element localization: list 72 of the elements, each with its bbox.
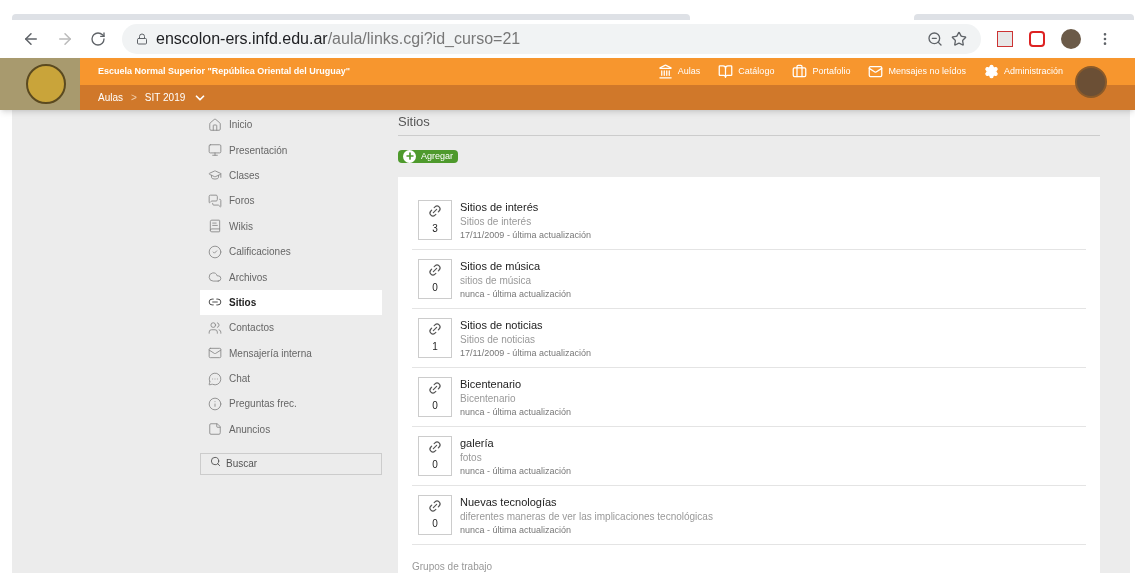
note-icon <box>208 422 222 437</box>
sidebar-item[interactable]: Contactos <box>200 315 382 341</box>
cloud-icon <box>208 270 222 285</box>
envelope-icon <box>868 64 884 79</box>
add-button[interactable]: Agregar <box>398 149 459 163</box>
lock-icon <box>136 33 148 45</box>
page-heading: Sitios <box>398 112 1100 136</box>
sidebar-item[interactable]: Foros <box>200 188 382 214</box>
sidebar-item[interactable]: Wikis <box>200 213 382 239</box>
graduation-cap-icon <box>208 168 222 183</box>
link-count-box: 0 <box>418 377 452 417</box>
link-title[interactable]: Nuevas tecnologías <box>460 494 713 510</box>
info-icon <box>208 397 222 411</box>
link-count-box: 0 <box>418 259 452 299</box>
sidebar-item[interactable]: Inicio <box>200 112 382 138</box>
link-updated: nunca - última actualización <box>460 287 572 300</box>
search-field[interactable]: Buscar <box>200 452 382 475</box>
link-description: Sitios de interés <box>460 214 533 229</box>
link-description: fotos <box>460 450 483 465</box>
monitor-icon <box>208 143 222 158</box>
link-description: Sitios de noticias <box>460 332 537 347</box>
link-description: diferentes maneras de ver las implicaciones tecnológicas <box>460 509 713 524</box>
chat-bubbles-icon <box>208 193 222 208</box>
envelope-icon <box>208 346 222 361</box>
breadcrumb-current: SIT 2019 <box>144 91 186 105</box>
sidebar-item[interactable]: Sitios <box>200 289 382 316</box>
breadcrumb-link[interactable]: Aulas <box>98 90 123 105</box>
link-count-box: 1 <box>418 318 452 358</box>
back-icon[interactable] <box>22 30 40 48</box>
link-title[interactable]: Sitios de interés <box>460 199 591 215</box>
sidebar-item[interactable]: Anuncios <box>200 416 382 443</box>
link-updated: nunca - última actualización <box>460 464 572 477</box>
link-updated: nunca - última actualización <box>460 523 573 536</box>
link-title[interactable]: galería <box>460 435 572 451</box>
link-title[interactable]: Bicentenario <box>460 376 572 392</box>
sidebar-item[interactable]: Mensajería interna <box>200 340 382 366</box>
link-count-box: 3 <box>418 200 452 240</box>
reload-icon[interactable] <box>90 31 106 47</box>
address-bar[interactable]: enscolon-ers.infd.edu.ar/aula/links.cgi?id_curso=21 <box>122 24 981 54</box>
sidebar-item[interactable]: Clases <box>200 162 382 189</box>
settings-icon <box>983 64 999 79</box>
zoom-out-icon[interactable] <box>927 31 943 47</box>
link-description: sitios de música <box>460 273 533 288</box>
link-title[interactable]: Sitios de música <box>460 258 572 274</box>
link-updated: 17/11/2009 - última actualización <box>460 228 591 241</box>
people-icon <box>208 320 222 335</box>
check-circle-icon <box>208 244 222 259</box>
home-icon <box>208 117 222 132</box>
briefcase-icon <box>792 64 808 79</box>
sidebar-item[interactable]: Archivos <box>200 264 382 290</box>
section-heading: Grupos de trabajo <box>412 560 494 573</box>
sidebar-item[interactable]: Calificaciones <box>200 238 382 265</box>
plus-icon <box>403 149 416 163</box>
link-description: Bicentenario <box>460 391 517 406</box>
star-icon[interactable] <box>951 31 967 47</box>
profile-avatar[interactable] <box>1061 29 1081 49</box>
link-count-box: 0 <box>418 495 452 535</box>
link-count-box: 0 <box>418 436 452 476</box>
book-icon <box>208 219 222 234</box>
sidebar-item[interactable]: Presentación <box>200 137 382 163</box>
search-icon <box>210 456 221 468</box>
sidebar-item[interactable]: Preguntas frec. <box>200 391 382 417</box>
link-title[interactable]: Sitios de noticias <box>460 317 591 333</box>
link-updated: nunca - última actualización <box>460 405 572 418</box>
breadcrumb-separator: > <box>131 91 137 105</box>
sidebar-item[interactable]: Chat <box>200 365 382 392</box>
chat-icon <box>208 371 222 386</box>
school-name: Escuela Normal Superior "República Oriental del Uruguay" <box>98 64 351 78</box>
building-icon <box>657 64 673 79</box>
link-updated: 17/11/2009 - última actualización <box>460 346 591 359</box>
url-text: enscolon-ers.infd.edu.ar/aula/links.cgi?id_curso=21 <box>156 29 521 49</box>
book-icon <box>718 64 734 79</box>
